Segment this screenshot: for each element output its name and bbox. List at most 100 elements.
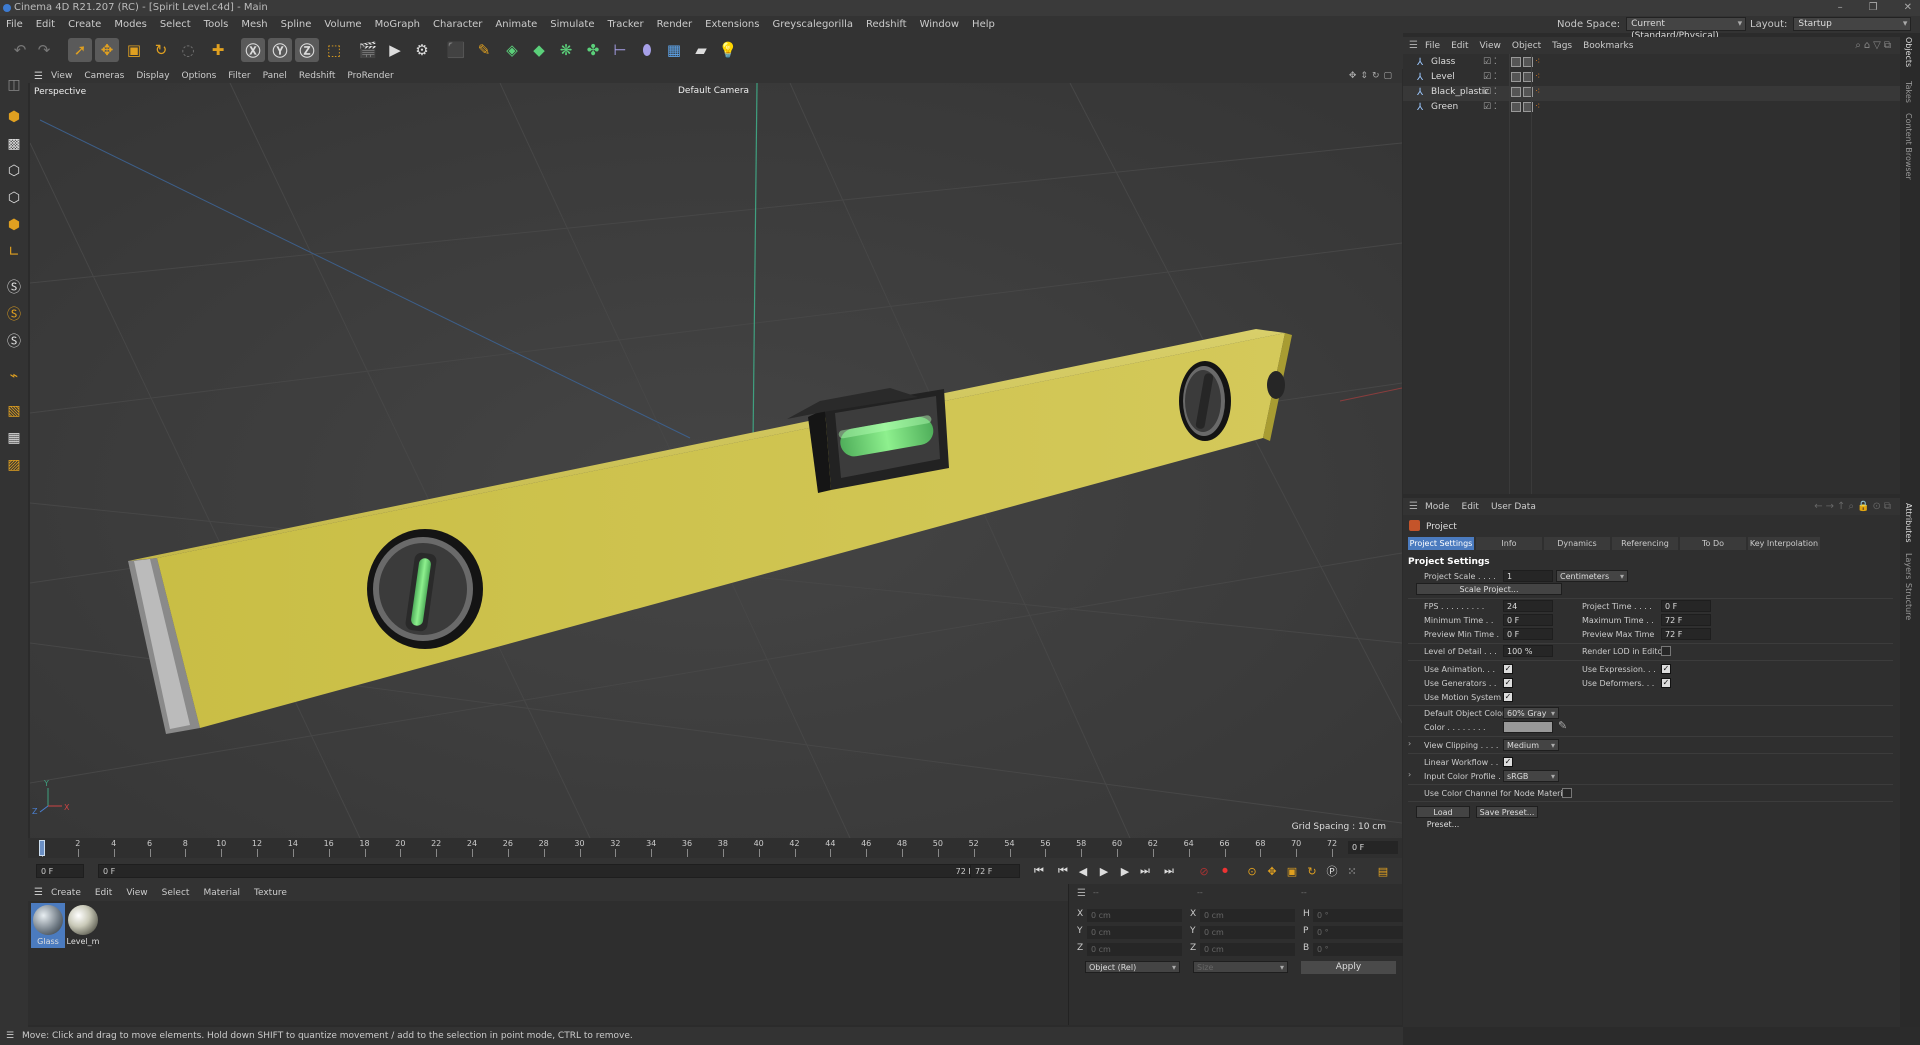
close-button[interactable]: ✕ (1904, 0, 1912, 16)
objects-menu-file[interactable]: File (1425, 41, 1440, 51)
edges-mode-icon[interactable]: ⬡ (2, 186, 26, 210)
3d-viewport[interactable]: Y X Z Perspective Default Camera Grid Sp… (30, 83, 1402, 838)
view-clipping-dropdown[interactable]: Medium (1503, 739, 1559, 751)
input-profile-dropdown[interactable]: sRGB (1503, 770, 1559, 782)
material-menu-material[interactable]: Material (203, 888, 240, 898)
layout-dropdown[interactable]: Startup (1793, 17, 1912, 31)
z-axis-lock-icon[interactable]: Ⓩ (295, 38, 319, 62)
material-menu-edit[interactable]: Edit (95, 888, 112, 898)
use-motion-checkbox[interactable]: ✓ (1503, 692, 1513, 702)
menu-render[interactable]: Render (657, 19, 693, 30)
key-pla-icon[interactable]: ⁙ (1344, 863, 1360, 879)
tab-layers[interactable]: Layers (1904, 553, 1913, 579)
tab-referencing[interactable]: Referencing (1612, 537, 1678, 550)
tab-key-interpolation[interactable]: Key Interpolation (1748, 537, 1820, 550)
linear-workflow-checkbox[interactable]: ✓ (1503, 757, 1513, 767)
object-name[interactable]: Green (1431, 102, 1458, 112)
phong-tag-icon[interactable]: ⁖ (1535, 87, 1540, 97)
viewport-camera[interactable]: Default Camera (678, 86, 749, 96)
viewport-menu-filter[interactable]: Filter (228, 71, 250, 81)
make-editable-icon[interactable]: ◫ (2, 73, 26, 97)
axis-mode-icon[interactable]: ∟ (2, 240, 26, 264)
object-search-icon[interactable]: ⌕⌂▽⧉ (1855, 40, 1894, 51)
start-frame-field[interactable]: 0 F (36, 864, 84, 878)
play-icon[interactable]: ▶ (1096, 863, 1112, 879)
object-row[interactable]: ⅄ Glass ☑ ⁚ ⁖ (1403, 56, 1900, 71)
use-deformers-checkbox[interactable]: ✓ (1661, 678, 1671, 688)
redo-icon[interactable]: ↷ (32, 38, 56, 62)
menu-modes[interactable]: Modes (114, 19, 146, 30)
visibility-toggle[interactable]: ☑ ⁚ (1483, 57, 1497, 67)
coordinate-system-icon[interactable]: ⬚ (322, 38, 346, 62)
tab-objects[interactable]: Objects (1904, 37, 1913, 67)
menu-select[interactable]: Select (160, 19, 191, 30)
position-z-field[interactable]: 0 cm (1087, 943, 1182, 956)
polygons-mode-icon[interactable]: ⬢ (2, 213, 26, 237)
prev-frame-icon[interactable]: ◀ (1075, 863, 1091, 879)
hamburger-icon[interactable]: ☰ (1409, 501, 1418, 512)
recent-tools-icon[interactable]: ✚ (206, 38, 230, 62)
viewport-menu-view[interactable]: View (51, 71, 72, 81)
menu-tracker[interactable]: Tracker (607, 19, 643, 30)
go-to-next-key-icon[interactable]: ⏭ (1137, 863, 1153, 879)
record-active-icon[interactable]: ⊘ (1196, 863, 1212, 879)
min-time-field[interactable]: 0 F (1503, 614, 1553, 626)
y-axis-lock-icon[interactable]: Ⓨ (268, 38, 292, 62)
expand-arrow-icon[interactable]: › (1408, 770, 1411, 779)
tab-attributes[interactable]: Attributes (1904, 503, 1913, 543)
preview-max-field[interactable]: 72 F (1661, 628, 1711, 640)
objects-menu-tags[interactable]: Tags (1552, 41, 1572, 51)
render-lod-checkbox[interactable] (1661, 646, 1671, 656)
phong-tag-icon[interactable]: ⁖ (1535, 57, 1540, 67)
menu-help[interactable]: Help (972, 19, 995, 30)
live-select-icon[interactable]: ◌ (176, 38, 200, 62)
node-space-dropdown[interactable]: Current (Standard/Physical) (1626, 17, 1747, 41)
project-time-field[interactable]: 0 F (1661, 600, 1711, 612)
extrude-icon[interactable]: ◆ (527, 38, 551, 62)
menu-spline[interactable]: Spline (281, 19, 312, 30)
position-x-field[interactable]: 0 cm (1087, 909, 1182, 922)
save-preset-button[interactable]: Save Preset... (1476, 806, 1538, 818)
color-swatch[interactable] (1503, 721, 1553, 733)
scale-tool-icon[interactable]: ▣ (122, 38, 146, 62)
hamburger-icon[interactable]: ☰ (34, 71, 43, 82)
playhead[interactable] (39, 840, 45, 856)
coord-size-dropdown[interactable]: Size (1193, 961, 1288, 973)
lod-field[interactable]: 100 % (1503, 645, 1553, 657)
visibility-toggle[interactable]: ☑ ⁚ (1483, 102, 1497, 112)
objects-menu-bookmarks[interactable]: Bookmarks (1583, 41, 1633, 51)
go-to-end-icon[interactable]: ⏭ (1161, 863, 1177, 879)
material-swatch[interactable]: Level_m (66, 903, 100, 948)
texture-mode-icon[interactable]: ▩ (2, 132, 26, 156)
tab-project-settings[interactable]: Project Settings (1408, 537, 1474, 550)
key-position-icon[interactable]: ✥ (1264, 863, 1280, 879)
tab-structure[interactable]: Structure (1904, 583, 1913, 620)
next-frame-icon[interactable]: ▶ (1117, 863, 1133, 879)
preview-min-field[interactable]: 0 F (1503, 628, 1553, 640)
object-row[interactable]: ⅄ Green ☑ ⁚ ⁖ (1403, 101, 1900, 116)
rotation-h-field[interactable]: 0 ° (1313, 909, 1408, 922)
menu-character[interactable]: Character (433, 19, 482, 30)
hamburger-icon[interactable]: ☰ (34, 887, 43, 898)
hamburger-icon[interactable]: ☰ (6, 1027, 14, 1045)
undo-icon[interactable]: ↶ (8, 38, 32, 62)
column-divider[interactable] (1509, 54, 1510, 494)
rotation-b-field[interactable]: 0 ° (1313, 943, 1408, 956)
bend-deformer-icon[interactable]: ⊢ (608, 38, 632, 62)
render-view-icon[interactable]: ▶ (383, 38, 407, 62)
visibility-toggle[interactable]: ☑ ⁚ (1483, 87, 1497, 97)
object-name[interactable]: Glass (1431, 57, 1455, 67)
size-y-field[interactable]: 0 cm (1200, 926, 1295, 939)
object-row[interactable]: ⅄ Black_plastic ☑ ⁚ ⁖ (1403, 86, 1900, 101)
timeline-ruler[interactable]: 0246810121416182022242628303234363840424… (28, 838, 1402, 858)
attr-menu-mode[interactable]: Mode (1425, 502, 1450, 512)
tab-dynamics[interactable]: Dynamics (1544, 537, 1610, 550)
eyedropper-icon[interactable]: ✎ (1558, 719, 1567, 732)
preview-range-slider[interactable]: 0 F 72 F (98, 864, 978, 878)
minimize-button[interactable]: – (1838, 0, 1843, 16)
use-expression-checkbox[interactable]: ✓ (1661, 664, 1671, 674)
select-tool-icon[interactable]: ➚ (68, 38, 92, 62)
key-parameter-icon[interactable]: Ⓟ (1324, 863, 1340, 879)
go-to-start-icon[interactable]: ⏮ (1031, 863, 1047, 879)
object-row[interactable]: ⅄ Level ☑ ⁚ ⁖ (1403, 71, 1900, 86)
